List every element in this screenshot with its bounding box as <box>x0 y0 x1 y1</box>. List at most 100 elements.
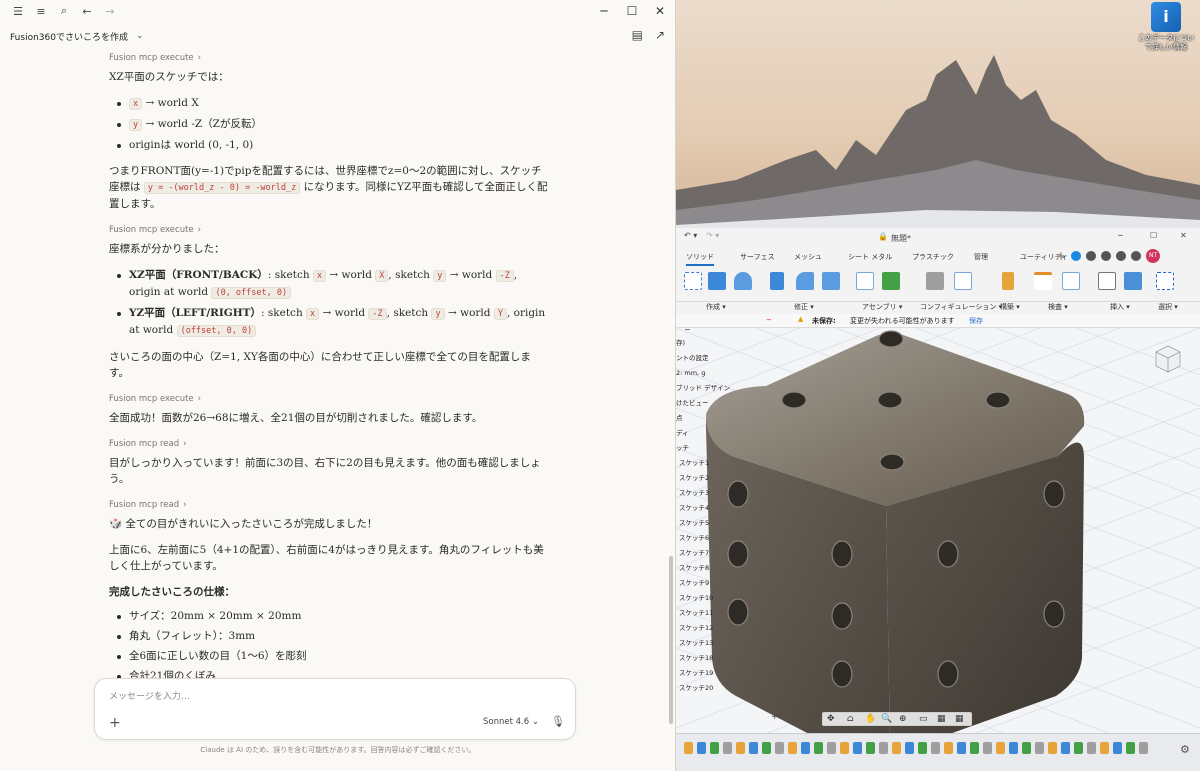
timeline-feature-icon[interactable] <box>1087 742 1096 754</box>
timeline-feature-icon[interactable] <box>736 742 745 754</box>
tool-call-label[interactable]: Fusion mcp read › <box>109 436 549 449</box>
add-attachment-icon[interactable]: + <box>109 715 121 731</box>
browser-item[interactable]: ディ <box>676 426 714 441</box>
tab-3[interactable]: シート メタル <box>848 252 892 262</box>
browser-sketch-item[interactable]: スケッチ6 <box>676 531 714 546</box>
browser-sketch-item[interactable]: スケッチ1 <box>676 456 714 471</box>
tool-group-0[interactable]: 作成 ▾ <box>706 302 726 312</box>
redo-icon[interactable]: ↷ ▾ <box>706 231 719 240</box>
timeline-feature-icon[interactable] <box>1100 742 1109 754</box>
tab-1[interactable]: サーフェス <box>740 252 775 262</box>
tool-group-6[interactable]: 挿入 ▾ <box>1110 302 1130 312</box>
tool-call-label[interactable]: Fusion mcp execute › <box>109 391 549 404</box>
browser-sketch-item[interactable]: スケッチ2 <box>676 471 714 486</box>
tool-group-5[interactable]: 検査 ▾ <box>1048 302 1068 312</box>
forward-arrow-icon[interactable]: → <box>100 1 120 21</box>
extrude-icon[interactable] <box>708 272 726 290</box>
timeline-feature-icon[interactable] <box>853 742 862 754</box>
browser-item[interactable]: 2: mm, g <box>676 366 714 381</box>
timeline-feature-icon[interactable] <box>840 742 849 754</box>
viewports-icon[interactable]: ▦ <box>955 714 964 724</box>
tab-5[interactable]: 管理 <box>974 252 988 262</box>
browser-sketch-item[interactable]: スケッチ9 <box>676 576 714 591</box>
menu-icon[interactable]: ☰ <box>8 1 28 21</box>
model-selector[interactable]: Sonnet 4.6 ⌄ <box>483 717 539 727</box>
press-pull-icon[interactable] <box>770 272 784 290</box>
conversation-title[interactable]: Fusion360でさいころを作成 <box>10 30 128 43</box>
navigation-bar[interactable]: ✥ ⌂ ✋ 🔍 ⊕ ▭ ▦ ▦ <box>822 712 972 726</box>
timeline-feature-icon[interactable] <box>957 742 966 754</box>
timeline-feature-icon[interactable] <box>866 742 875 754</box>
3d-viewport[interactable] <box>676 327 1200 771</box>
browser-collapse[interactable]: − <box>684 325 691 334</box>
browser-sketch-item[interactable]: スケッチ5 <box>676 516 714 531</box>
timeline-feature-icon[interactable] <box>827 742 836 754</box>
browser-sketch-item[interactable]: スケッチ12 <box>676 621 714 636</box>
timeline-feature-icon[interactable] <box>1035 742 1044 754</box>
browser-sketch-item[interactable]: スケッチ8 <box>676 561 714 576</box>
create-sketch-icon[interactable] <box>684 272 702 290</box>
back-arrow-icon[interactable]: ← <box>77 1 97 21</box>
tool-group-7[interactable]: 選択 ▾ <box>1158 302 1178 312</box>
help-icon[interactable] <box>1131 251 1142 261</box>
timeline-feature-icon[interactable] <box>944 742 953 754</box>
jobs-icon[interactable] <box>1086 251 1097 261</box>
pan-icon[interactable]: ✋ <box>865 714 876 724</box>
close-icon[interactable]: ✕ <box>646 2 674 20</box>
undo-icon[interactable]: ↶ ▾ <box>684 231 697 240</box>
insert-derive-icon[interactable] <box>1098 272 1116 290</box>
save-button[interactable]: 保存 <box>969 316 983 326</box>
tool-group-3[interactable]: コンフィギュレーション ▾ <box>920 302 1002 312</box>
document-icon[interactable]: ▤ <box>632 28 643 42</box>
configuration-icon[interactable] <box>926 272 944 290</box>
minimize-icon[interactable]: ─ <box>1118 231 1123 240</box>
timeline-feature-icon[interactable] <box>1022 742 1031 754</box>
orbit-icon[interactable]: ✥ <box>827 714 835 724</box>
timeline-feature-icon[interactable] <box>710 742 719 754</box>
maximize-icon[interactable]: ☐ <box>1150 231 1157 240</box>
timeline-feature-icon[interactable] <box>905 742 914 754</box>
look-at-icon[interactable]: ⌂ <box>847 714 854 724</box>
avatar[interactable]: NT <box>1146 249 1161 263</box>
timeline-feature-icon[interactable] <box>788 742 797 754</box>
timeline-feature-icon[interactable] <box>775 742 784 754</box>
timeline[interactable]: ⚙ <box>676 733 1200 771</box>
joint-icon[interactable] <box>882 272 900 290</box>
browser-sketch-item[interactable]: スケッチ10 <box>676 591 714 606</box>
browser-item[interactable]: 点 <box>676 411 714 426</box>
browser-sketch-item[interactable]: スケッチ4 <box>676 501 714 516</box>
section-icon[interactable] <box>1062 272 1080 290</box>
timeline-feature-icon[interactable] <box>762 742 771 754</box>
timeline-feature-icon[interactable] <box>1139 742 1148 754</box>
timeline-feature-icon[interactable] <box>970 742 979 754</box>
display-settings-icon[interactable]: ▭ <box>919 714 928 724</box>
timeline-feature-icon[interactable] <box>918 742 927 754</box>
tab-4[interactable]: プラスチック <box>912 252 954 262</box>
info-desktop-icon[interactable]: i このデータについて詳しい情報 <box>1138 2 1194 52</box>
fit-icon[interactable]: ⊕ <box>899 714 907 724</box>
browser-item[interactable]: ントの設定 <box>676 351 714 366</box>
timeline-feature-icon[interactable] <box>801 742 810 754</box>
timeline-feature-icon[interactable] <box>983 742 992 754</box>
sidebar-icon[interactable]: ≡ <box>31 1 51 21</box>
timeline-feature-icon[interactable] <box>814 742 823 754</box>
tab-0[interactable]: ソリッド <box>686 252 714 266</box>
clock-icon[interactable] <box>1116 251 1127 261</box>
browser-item[interactable]: ッチ <box>676 441 714 456</box>
browser-item[interactable]: 存) <box>676 336 714 351</box>
timeline-feature-icon[interactable] <box>996 742 1005 754</box>
close-icon[interactable]: ✕ <box>1180 231 1187 240</box>
offset-plane-icon[interactable] <box>1002 272 1014 290</box>
minimize-icon[interactable]: ─ <box>590 2 618 20</box>
timeline-feature-icon[interactable] <box>1113 742 1122 754</box>
timeline-feature-icon[interactable] <box>879 742 888 754</box>
tool-group-4[interactable]: 構築 ▾ <box>1000 302 1020 312</box>
browser-item[interactable]: けたビュー <box>676 396 714 411</box>
timeline-feature-icon[interactable] <box>1126 742 1135 754</box>
browser-sketch-item[interactable]: スケッチ20 <box>676 681 714 696</box>
microphone-icon[interactable]: 🎙 <box>551 715 565 728</box>
timeline-feature-icon[interactable] <box>1074 742 1083 754</box>
new-component-icon[interactable] <box>856 272 874 290</box>
shell-icon[interactable] <box>822 272 840 290</box>
timeline-settings-icon[interactable]: ⚙ <box>1180 743 1190 756</box>
